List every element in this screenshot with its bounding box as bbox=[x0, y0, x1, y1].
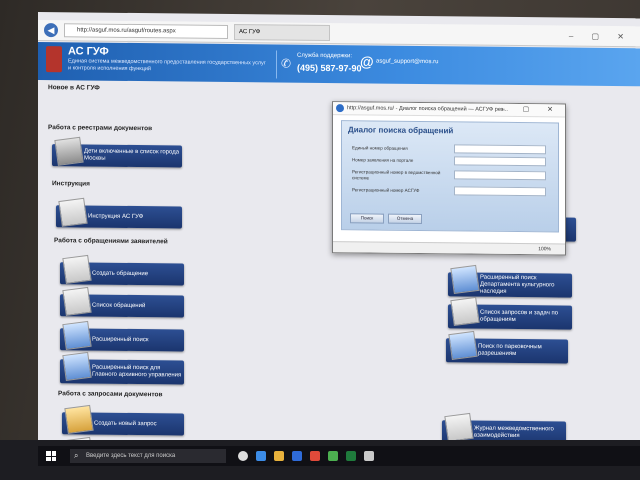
coat-of-arms-icon bbox=[46, 46, 62, 73]
archive-search-button[interactable]: Расширенный поиск для Главного архивного… bbox=[60, 351, 184, 385]
field-label-portal-number: Номер заявления на портале bbox=[352, 157, 414, 163]
portal-number-input[interactable] bbox=[454, 156, 546, 167]
windows-taskbar: Введите здесь текст для поиска bbox=[38, 446, 640, 466]
unified-number-input[interactable] bbox=[454, 144, 546, 155]
back-icon[interactable]: ◀ bbox=[44, 23, 58, 38]
list-icon bbox=[62, 286, 92, 316]
section-instructions: Инструкция bbox=[52, 180, 90, 188]
screen: ◀ http://asguf.mos.ru/asguf/routes.aspx … bbox=[38, 12, 640, 475]
url-field[interactable]: http://asguf.mos.ru/asguf/routes.aspx bbox=[64, 23, 228, 39]
app-icon[interactable] bbox=[364, 451, 374, 461]
field-label-unified-number: Единый номер обращения bbox=[352, 145, 408, 151]
dialog-statusbar: 100% bbox=[333, 241, 565, 255]
task-view-icon[interactable] bbox=[238, 451, 248, 461]
edge-icon[interactable] bbox=[256, 451, 266, 461]
magnifier-icon bbox=[62, 351, 92, 381]
parking-permits-search-button[interactable]: Поиск по парковочным разрешениям bbox=[446, 330, 568, 364]
section-registries: Работа с реестрами документов bbox=[48, 124, 153, 133]
zoom-level[interactable]: 100% bbox=[538, 246, 551, 252]
section-requests: Работа с запросами документов bbox=[58, 390, 163, 399]
magnifier-icon bbox=[448, 330, 478, 361]
app-icon[interactable] bbox=[328, 451, 338, 461]
excel-icon[interactable] bbox=[346, 451, 356, 461]
dialog-body: Диалог поиска обращений Единый номер обр… bbox=[341, 120, 559, 233]
site-banner: АС ГУФ Единая система межведомственного … bbox=[38, 42, 640, 87]
field-label-dept-number: Регистрационный номер в ведомственной си… bbox=[352, 169, 441, 181]
document-icon bbox=[54, 136, 84, 166]
form-icon bbox=[62, 254, 92, 284]
journal-icon bbox=[444, 412, 474, 442]
support-phone: (495) 587-97-90 bbox=[297, 62, 362, 74]
globe-search-icon bbox=[450, 264, 480, 295]
window-controls-icon[interactable]: – ▢ ✕ bbox=[569, 31, 632, 41]
asguf-number-input[interactable] bbox=[454, 186, 546, 197]
browser-tab[interactable]: АС ГУФ bbox=[234, 24, 330, 42]
brand-subtitle: Единая система межведомственного предост… bbox=[68, 58, 266, 73]
dialog-heading: Диалог поиска обращений bbox=[348, 125, 454, 136]
support-block: ✆ Служба поддержки: (495) 587-97-90 bbox=[276, 50, 397, 80]
children-list-button[interactable]: Дети включенные в список города Москвы bbox=[52, 136, 182, 168]
support-label: Служба поддержки: bbox=[297, 52, 353, 60]
applications-list-button[interactable]: Список обращений bbox=[60, 286, 184, 318]
dept-number-input[interactable] bbox=[454, 170, 546, 181]
book-icon bbox=[58, 197, 88, 227]
magnifier-icon bbox=[62, 320, 92, 350]
brand-title: АС ГУФ bbox=[68, 45, 109, 58]
ie-taskbar-icon[interactable] bbox=[292, 451, 302, 461]
cancel-button[interactable]: Отмена bbox=[388, 213, 422, 225]
create-application-button[interactable]: Создать обращение bbox=[60, 254, 184, 286]
app-icon[interactable] bbox=[310, 451, 320, 461]
support-email[interactable]: asguf_support@mos.ru bbox=[376, 59, 438, 66]
explorer-icon[interactable] bbox=[274, 451, 284, 461]
instruction-button[interactable]: Инструкция АС ГУФ bbox=[56, 197, 182, 229]
search-button[interactable]: Поиск bbox=[350, 213, 384, 224]
ie-icon bbox=[336, 104, 344, 113]
requests-tasks-button[interactable]: Список запросов и задач по обращениям bbox=[448, 296, 572, 330]
envelope-icon bbox=[64, 404, 94, 434]
windows-start-icon[interactable] bbox=[46, 451, 56, 461]
tasks-icon bbox=[450, 296, 480, 327]
section-applications: Работа с обращениями заявителей bbox=[54, 237, 168, 246]
taskbar-apps bbox=[238, 451, 374, 461]
email-icon: @ bbox=[360, 53, 374, 70]
search-dialog-window: http://asguf.mos.ru/ - Диалог поиска обр… bbox=[332, 101, 566, 256]
heritage-search-button[interactable]: Расширенный поиск Департамента культурно… bbox=[448, 264, 572, 298]
dialog-titlebar: http://asguf.mos.ru/ - Диалог поиска обр… bbox=[333, 102, 565, 118]
extended-search-button[interactable]: Расширенный поиск bbox=[60, 320, 184, 352]
phone-icon: ✆ bbox=[281, 56, 292, 71]
create-request-button[interactable]: Создать новый запрос bbox=[62, 404, 184, 436]
dialog-window-controls-icon[interactable]: – ▢ ✕ bbox=[501, 104, 561, 117]
section-news[interactable]: Новое в АС ГУФ bbox=[48, 84, 100, 92]
taskbar-search[interactable]: Введите здесь текст для поиска bbox=[70, 449, 226, 463]
field-label-asguf-number: Регистрационный номер АСГУФ bbox=[352, 187, 420, 193]
